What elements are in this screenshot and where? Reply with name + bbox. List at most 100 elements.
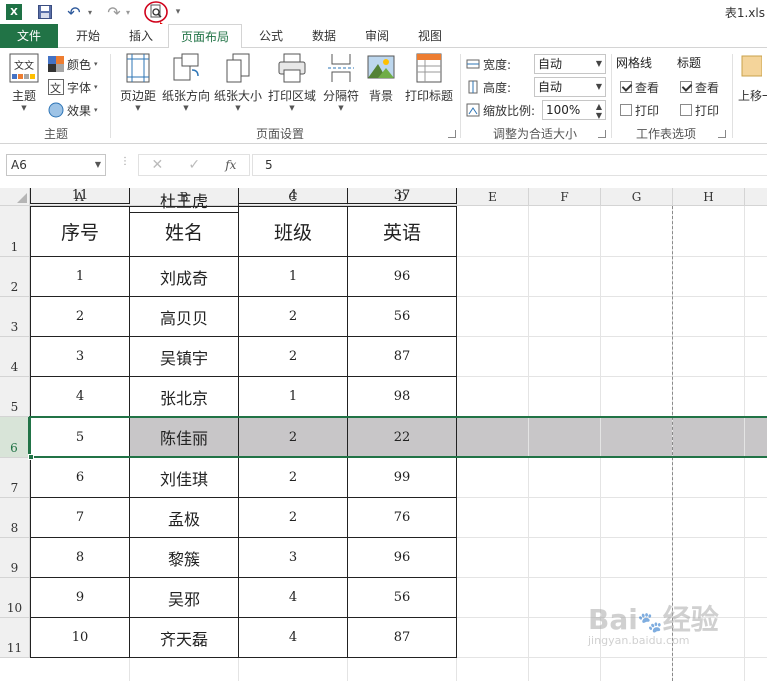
table-cell[interactable]: 2 xyxy=(239,297,348,337)
table-cell[interactable]: 1 xyxy=(239,377,348,417)
table-cell[interactable]: 2 xyxy=(239,417,348,458)
insert-function-icon[interactable]: fx xyxy=(225,158,236,172)
column-header-e[interactable]: E xyxy=(457,188,529,206)
excel-logo-icon[interactable]: X xyxy=(6,4,22,20)
undo-icon[interactable]: ↶ xyxy=(66,3,82,22)
table-cell[interactable]: 98 xyxy=(348,377,457,417)
table-cell[interactable]: 56 xyxy=(348,297,457,337)
table-cell[interactable]: 87 xyxy=(348,337,457,377)
headings-print-checkbox[interactable]: 打印 xyxy=(680,100,719,120)
table-cell[interactable]: 8 xyxy=(30,538,130,578)
formula-input[interactable]: 5 xyxy=(252,154,767,176)
table-cell[interactable]: 56 xyxy=(348,578,457,618)
table-cell[interactable]: 96 xyxy=(348,257,457,297)
table-cell[interactable]: 96 xyxy=(348,538,457,578)
sheet-options-launcher-icon[interactable] xyxy=(718,130,726,138)
table-header-cell[interactable]: 班级 xyxy=(239,206,348,257)
table-cell[interactable]: 5 xyxy=(30,417,130,458)
table-header-cell[interactable]: 序号 xyxy=(30,206,130,257)
scale-launcher-icon[interactable] xyxy=(598,130,606,138)
print-titles-button[interactable]: 打印标题 xyxy=(402,52,456,104)
orientation-button[interactable]: 纸张方向 ▼ xyxy=(160,52,212,112)
table-cell[interactable]: 37 xyxy=(348,188,457,204)
cancel-icon[interactable]: ✕ xyxy=(152,157,164,173)
row-header-3[interactable]: 3 xyxy=(0,297,30,337)
table-cell[interactable]: 黎簇 xyxy=(130,538,239,578)
column-header-g[interactable]: G xyxy=(601,188,673,206)
row-header-2[interactable]: 2 xyxy=(0,257,30,297)
table-cell[interactable]: 孟极 xyxy=(130,498,239,538)
height-select[interactable]: 自动 ▼ xyxy=(534,77,606,97)
table-cell[interactable]: 1 xyxy=(30,257,130,297)
table-cell[interactable]: 7 xyxy=(30,498,130,538)
table-cell[interactable]: 10 xyxy=(30,618,130,658)
table-header-cell[interactable]: 英语 xyxy=(348,206,457,257)
width-select[interactable]: 自动 ▼ xyxy=(534,54,606,74)
row-header-1[interactable]: 1 xyxy=(0,206,30,257)
table-cell[interactable]: 刘成奇 xyxy=(130,257,239,297)
table-cell[interactable]: 22 xyxy=(348,417,457,458)
table-cell[interactable]: 99 xyxy=(348,458,457,498)
save-icon[interactable] xyxy=(38,4,52,20)
background-button[interactable]: 背景 xyxy=(364,52,398,104)
table-cell[interactable]: 9 xyxy=(30,578,130,618)
table-cell[interactable]: 3 xyxy=(30,337,130,377)
table-cell[interactable]: 张北京 xyxy=(130,377,239,417)
table-cell[interactable]: 2 xyxy=(239,337,348,377)
tab-home[interactable]: 开始 xyxy=(60,24,116,48)
row-header-11[interactable]: 11 xyxy=(0,618,30,658)
redo-icon[interactable]: ↷ xyxy=(106,3,122,22)
table-cell[interactable]: 杜王虎 xyxy=(130,188,239,213)
gridlines-view-checkbox[interactable]: 查看 xyxy=(620,77,659,97)
table-cell[interactable]: 4 xyxy=(30,377,130,417)
paper-size-button[interactable]: 纸张大小 ▼ xyxy=(212,52,264,112)
tab-view[interactable]: 视图 xyxy=(404,24,456,48)
theme-fonts-button[interactable]: 文 字体 ▾ xyxy=(48,77,98,97)
tab-file[interactable]: 文件 xyxy=(0,24,58,48)
table-cell[interactable]: 87 xyxy=(348,618,457,658)
headings-view-checkbox[interactable]: 查看 xyxy=(680,77,719,97)
fill-handle[interactable] xyxy=(28,454,34,460)
theme-colors-button[interactable]: 颜色 ▾ xyxy=(48,54,98,74)
table-cell[interactable]: 6 xyxy=(30,458,130,498)
tab-formulas[interactable]: 公式 xyxy=(246,24,296,48)
table-cell[interactable]: 2 xyxy=(239,498,348,538)
breaks-button[interactable]: 分隔符 ▼ xyxy=(320,52,362,112)
table-cell[interactable]: 吴邪 xyxy=(130,578,239,618)
table-cell[interactable]: 陈佳丽 xyxy=(130,417,239,458)
redo-dropdown-icon[interactable]: ▾ xyxy=(124,4,132,20)
table-cell[interactable]: 吴镇宇 xyxy=(130,337,239,377)
customize-icon[interactable]: ▾ xyxy=(174,4,182,20)
row-header-7[interactable]: 7 xyxy=(0,458,30,498)
tab-data[interactable]: 数据 xyxy=(298,24,350,48)
table-cell[interactable]: 刘佳琪 xyxy=(130,458,239,498)
table-cell[interactable]: 2 xyxy=(239,458,348,498)
bring-forward-button[interactable]: 上移一 xyxy=(738,52,767,104)
table-header-cell[interactable]: 姓名 xyxy=(130,206,239,257)
table-cell[interactable]: 11 xyxy=(30,188,130,204)
row-header-8[interactable]: 8 xyxy=(0,498,30,538)
table-cell[interactable]: 齐天磊 xyxy=(130,618,239,658)
print-area-button[interactable]: 打印区域 ▼ xyxy=(266,52,318,112)
row-header-9[interactable]: 9 xyxy=(0,538,30,578)
table-cell[interactable]: 4 xyxy=(239,578,348,618)
scale-spinner[interactable]: 100% ▲ ▼ xyxy=(542,100,606,120)
theme-effects-button[interactable]: 效果 ▾ xyxy=(48,100,98,120)
table-cell[interactable]: 2 xyxy=(30,297,130,337)
table-cell[interactable]: 76 xyxy=(348,498,457,538)
row-header-5[interactable]: 5 xyxy=(0,377,30,417)
spinner-icon[interactable]: ▲ ▼ xyxy=(596,102,602,120)
table-cell[interactable]: 1 xyxy=(239,257,348,297)
page-setup-launcher-icon[interactable] xyxy=(448,130,456,138)
column-header-f[interactable]: F xyxy=(529,188,601,206)
row-header-6[interactable]: 6 xyxy=(0,417,30,458)
themes-button[interactable]: 文文 主题 ▼ xyxy=(4,52,44,112)
table-cell[interactable]: 4 xyxy=(239,618,348,658)
margins-button[interactable]: 页边距 ▼ xyxy=(116,52,160,112)
name-box[interactable]: A6 ▼ xyxy=(6,154,106,176)
table-cell[interactable]: 3 xyxy=(239,538,348,578)
enter-icon[interactable]: ✓ xyxy=(188,157,200,173)
select-all-button[interactable] xyxy=(0,188,30,206)
tab-review[interactable]: 审阅 xyxy=(352,24,402,48)
tab-insert[interactable]: 插入 xyxy=(116,24,166,48)
